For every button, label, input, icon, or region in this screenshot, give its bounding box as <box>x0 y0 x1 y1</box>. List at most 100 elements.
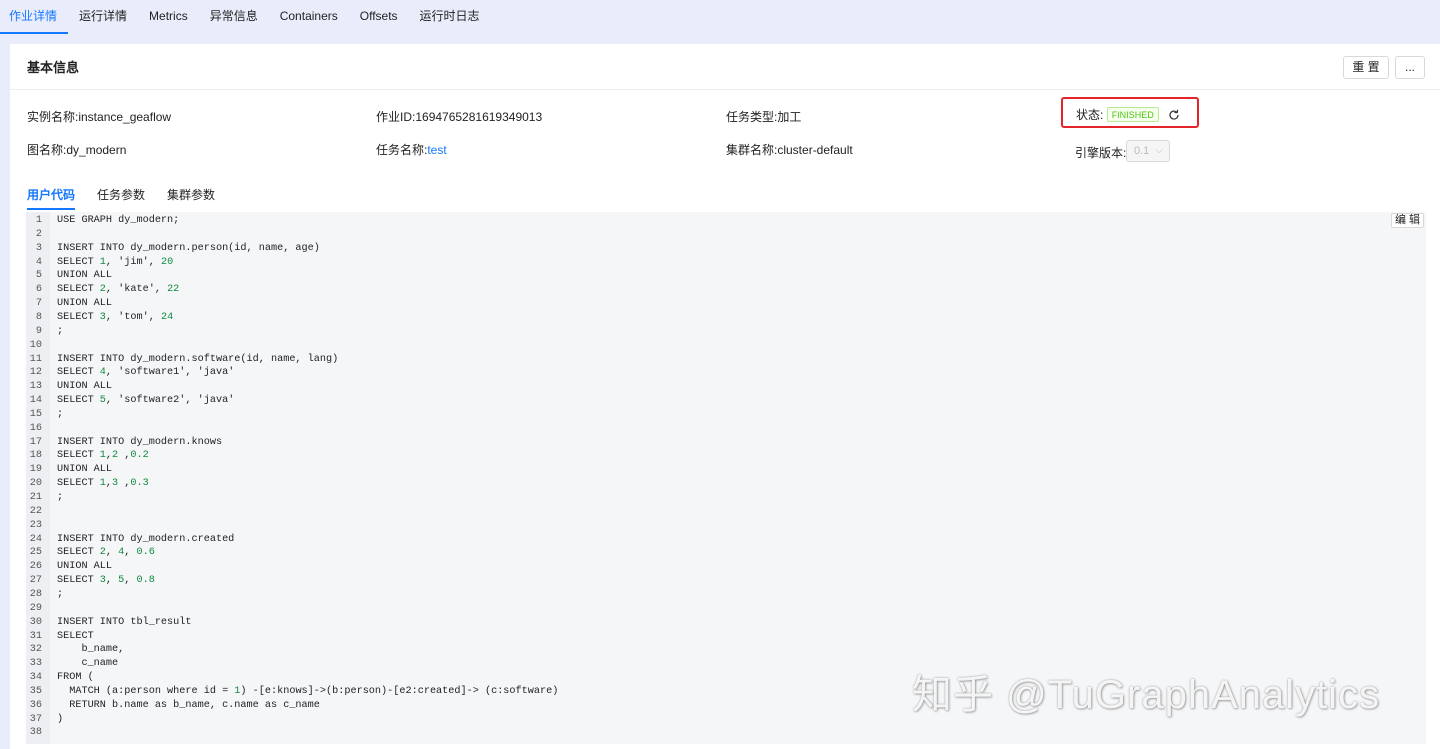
engine-version-value: 0.1 <box>1134 145 1150 157</box>
code-line: 15; <box>26 408 1386 422</box>
code-line: 27 SELECT 3, 5, 0.8 <box>26 574 1386 588</box>
code-text: UNION ALL <box>57 464 113 476</box>
code-line: 24 INSERT INTO dy_modern.created <box>26 533 1386 547</box>
line-number: 25 <box>29 547 42 559</box>
line-number: 3 <box>35 242 42 254</box>
tab-cluster-params[interactable]: 集群参数 <box>167 184 215 210</box>
card-header: 基本信息 重 置 ... <box>10 44 1440 90</box>
code-line: 7 UNION ALL <box>26 297 1386 311</box>
line-number: 24 <box>29 533 42 545</box>
task-name-label: 任务名称: <box>376 143 428 157</box>
line-number: 30 <box>29 616 42 628</box>
tab-containers[interactable]: Containers <box>269 0 349 34</box>
instance-name: 实例名称:instance_geaflow <box>27 108 171 125</box>
refresh-icon[interactable] <box>1168 109 1180 121</box>
task-type: 任务类型:加工 <box>726 108 801 125</box>
code-line: 2 <box>26 228 1386 242</box>
line-number: 37 <box>29 713 42 725</box>
code-text: UNION ALL <box>57 561 113 573</box>
status-label: 状态: <box>1076 108 1104 122</box>
code-line: 31 SELECT <box>26 630 1386 644</box>
chevron-down-icon: ⌵ <box>1155 145 1163 156</box>
code-line: 8 SELECT 3, 'tom', 24 <box>26 311 1386 325</box>
code-line: 21; <box>26 491 1386 505</box>
code-line: 23 <box>26 519 1386 533</box>
code-text: SELECT 4, 'software1', 'java' <box>57 367 235 379</box>
code-text: UNION ALL <box>57 298 113 310</box>
reset-button[interactable]: 重 置 <box>1343 56 1389 79</box>
line-number: 14 <box>29 395 42 407</box>
tab-run-details[interactable]: 运行详情 <box>68 0 138 34</box>
line-number: 13 <box>29 381 42 393</box>
code-line: 38 <box>26 726 1386 740</box>
job-id: 作业ID:1694765281619349013 <box>376 108 542 125</box>
code-text: SELECT 5, 'software2', 'java' <box>57 395 235 407</box>
code-text: SELECT 1,3 ,0.3 <box>57 478 149 490</box>
tab-exceptions[interactable]: 异常信息 <box>199 0 269 34</box>
code-line: 28; <box>26 588 1386 602</box>
code-text: ; <box>57 408 64 420</box>
engine-version-label: 引擎版本: <box>1075 146 1127 160</box>
code-line: 32 b_name, <box>26 643 1386 657</box>
cluster-name-value: cluster-default <box>777 143 853 157</box>
line-number: 36 <box>29 699 42 711</box>
code-text: SELECT 2, 'kate', 22 <box>57 284 180 296</box>
code-text: SELECT 1, 'jim', 20 <box>57 256 174 268</box>
code-text: INSERT INTO tbl_result <box>57 616 192 628</box>
code-line: 14 SELECT 5, 'software2', 'java' <box>26 394 1386 408</box>
line-number: 20 <box>29 478 42 490</box>
instance-name-value: instance_geaflow <box>78 110 172 124</box>
line-number: 33 <box>29 658 42 670</box>
code-text: INSERT INTO dy_modern.created <box>57 533 235 545</box>
watermark: 知乎 @TuGraphAnalytics <box>912 673 1381 717</box>
task-name: 任务名称:test <box>376 141 447 158</box>
line-number: 23 <box>29 519 42 531</box>
line-number: 31 <box>29 630 42 642</box>
code-text: USE GRAPH dy_modern; <box>57 215 180 226</box>
line-number: 12 <box>29 367 42 379</box>
line-number: 5 <box>35 270 42 282</box>
task-name-link[interactable]: test <box>427 143 446 157</box>
code-line: 9; <box>26 325 1386 339</box>
engine-version: 引擎版本: <box>1075 144 1126 161</box>
code-line: 1 USE GRAPH dy_modern; <box>26 214 1386 228</box>
tab-runtime-logs[interactable]: 运行时日志 <box>409 0 491 34</box>
task-type-label: 任务类型: <box>726 110 778 124</box>
code-text: FROM ( <box>57 672 94 684</box>
code-line: 22 <box>26 505 1386 519</box>
tab-user-code[interactable]: 用户代码 <box>27 184 76 210</box>
code-text: SELECT 3, 5, 0.8 <box>57 575 155 587</box>
line-number: 27 <box>29 575 42 587</box>
line-number: 8 <box>35 311 42 323</box>
code-tabs: 用户代码 任务参数 集群参数 <box>27 184 237 210</box>
line-number: 10 <box>29 339 42 351</box>
line-number: 6 <box>35 284 42 296</box>
line-number: 35 <box>29 685 42 697</box>
code-text: INSERT INTO dy_modern.software(id, name,… <box>57 353 339 365</box>
more-button[interactable]: ... <box>1395 56 1425 79</box>
tab-metrics[interactable]: Metrics <box>138 0 199 34</box>
line-number: 17 <box>29 436 42 448</box>
line-number: 15 <box>29 408 42 420</box>
code-text: RETURN b.name as b_name, c.name as c_nam… <box>57 699 320 711</box>
line-number: 32 <box>29 644 42 656</box>
engine-version-select[interactable]: 0.1 ⌵ <box>1126 140 1170 162</box>
tab-offsets[interactable]: Offsets <box>349 0 409 34</box>
edit-button[interactable]: 编 辑 <box>1391 213 1424 228</box>
graph-name-label: 图名称: <box>27 143 67 157</box>
code-text: ; <box>57 492 64 503</box>
code-line: 5 UNION ALL <box>26 269 1386 283</box>
code-text: c_name <box>57 658 119 670</box>
code-text: INSERT INTO dy_modern.knows <box>57 436 223 448</box>
code-line: 4 SELECT 1, 'jim', 20 <box>26 256 1386 270</box>
code-text: MATCH (a:person where id = 1) -[e:knows]… <box>57 685 559 697</box>
line-number: 7 <box>35 298 42 310</box>
tab-job-details[interactable]: 作业详情 <box>0 0 69 34</box>
code-line: 19 UNION ALL <box>26 463 1386 477</box>
line-number: 18 <box>29 450 42 462</box>
code-line: 25 SELECT 2, 4, 0.6 <box>26 546 1386 560</box>
tab-task-params[interactable]: 任务参数 <box>97 184 145 210</box>
code-text: SELECT 1,2 ,0.2 <box>57 450 149 462</box>
code-line: 18 SELECT 1,2 ,0.2 <box>26 449 1386 463</box>
code-line: 16 <box>26 422 1386 436</box>
